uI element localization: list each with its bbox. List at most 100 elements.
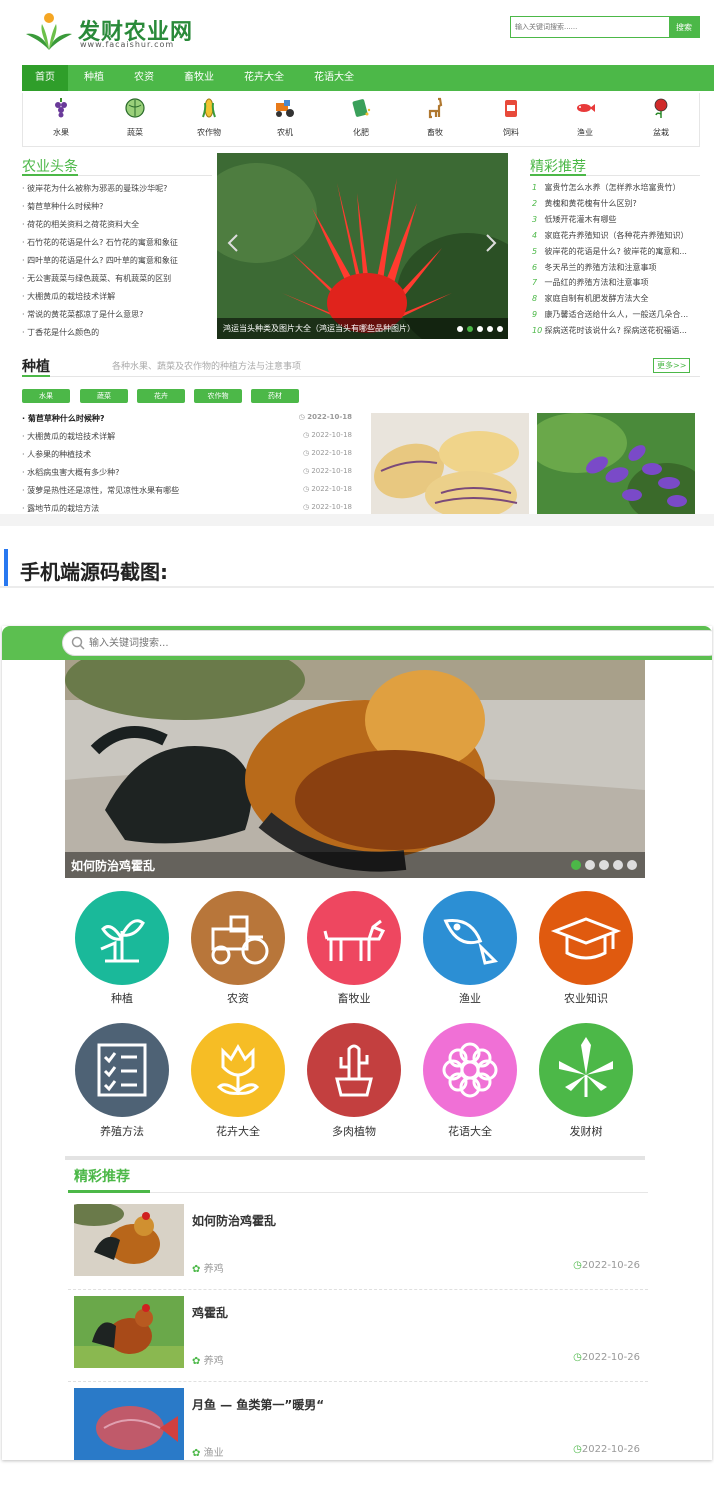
planting-item[interactable]: · 菊苣草种什么时候种? ◷ 2022-10-18 bbox=[22, 413, 352, 424]
nav-item-planting[interactable]: 种植 bbox=[74, 65, 114, 91]
category-fertilizer[interactable]: 化肥 bbox=[331, 97, 391, 138]
headline-item[interactable]: · 荷花的相关资料之荷花资料大全 bbox=[22, 219, 212, 230]
grid-item-flower-language[interactable] bbox=[423, 1023, 517, 1117]
search-button[interactable]: 搜索 bbox=[669, 17, 699, 37]
mobile-article-item[interactable]: 如何防治鸡霍乱 ✿ 养鸡 ◷2022-10-26 bbox=[68, 1198, 648, 1290]
opah-fish-thumbnail bbox=[74, 1388, 184, 1460]
category-vegetable[interactable]: 蔬菜 bbox=[105, 97, 165, 138]
tag-vegetable[interactable]: 蔬菜 bbox=[80, 389, 128, 403]
grid-item-breeding-methods[interactable] bbox=[75, 1023, 169, 1117]
featured-item[interactable]: 9 康乃馨适合送给什么人，一般送几朵合... bbox=[532, 309, 700, 320]
planting-item[interactable]: · 人参果的种植技术 ◷ 2022-10-18 bbox=[22, 449, 352, 460]
nav-item-agri-supplies[interactable]: 农资 bbox=[124, 65, 164, 91]
planting-item[interactable]: · 菠萝是热性还是凉性，常见凉性水果有哪些 ◷ 2022-10-18 bbox=[22, 485, 352, 496]
article-title[interactable]: 如何防治鸡霍乱 bbox=[192, 1212, 276, 1229]
grid-item-money-tree[interactable] bbox=[539, 1023, 633, 1117]
slider-dot[interactable] bbox=[487, 326, 493, 332]
grid-item-agri-knowledge[interactable] bbox=[539, 891, 633, 985]
grid-item-fishery[interactable] bbox=[423, 891, 517, 985]
nav-item-home[interactable]: 首页 bbox=[22, 65, 68, 91]
featured-item[interactable]: 7 一品红的养殖方法和注意事项 bbox=[532, 277, 700, 288]
article-tag[interactable]: ✿ 渔业 bbox=[192, 1444, 224, 1459]
mobile-search-input[interactable] bbox=[89, 635, 489, 651]
nav-item-flower-language[interactable]: 花语大全 bbox=[304, 65, 364, 91]
hero-slider[interactable] bbox=[217, 153, 508, 339]
article-date: ◷2022-10-26 bbox=[573, 1444, 640, 1455]
headline-item[interactable]: · 彼岸花为什么被称为邪恶的曼珠沙华呢? bbox=[22, 183, 212, 194]
more-link[interactable]: 更多>> bbox=[653, 358, 691, 373]
search-input[interactable] bbox=[511, 17, 669, 37]
featured-item[interactable]: 3 低矮开花灌木有哪些 bbox=[532, 214, 700, 225]
headline-item[interactable]: · 无公害蔬菜与绿色蔬菜、有机蔬菜的区别 bbox=[22, 273, 212, 284]
category-livestock[interactable]: 畜牧 bbox=[405, 97, 465, 138]
article-tag[interactable]: ✿ 养鸡 bbox=[192, 1352, 224, 1367]
tag-flower[interactable]: 花卉 bbox=[137, 389, 185, 403]
banner-dot[interactable] bbox=[613, 860, 623, 870]
article-title[interactable]: 鸡霍乱 bbox=[192, 1304, 228, 1321]
featured-item[interactable]: 10 探病送花时该说什么? 探病送花祝福语... bbox=[532, 325, 700, 336]
article-title[interactable]: 月鱼 — 鱼类第一”暖男“ bbox=[192, 1396, 324, 1413]
grid-item-succulents[interactable] bbox=[307, 1023, 401, 1117]
featured-item[interactable]: 2 黄槐和黄花槐有什么区别? bbox=[532, 198, 700, 209]
headline-item[interactable]: · 常说的黄花菜都凉了是什么意思? bbox=[22, 309, 212, 320]
grid-label: 花语大全 bbox=[448, 1125, 492, 1138]
headline-item[interactable]: · 大棚黄瓜的栽培技术详解 bbox=[22, 291, 212, 302]
slider-caption: 鸿运当头种类及图片大全（鸿运当头有哪些品种图片） bbox=[223, 324, 415, 333]
grid-item-flowers[interactable] bbox=[191, 1023, 285, 1117]
gear-icon: ✿ bbox=[192, 1264, 201, 1275]
featured-item[interactable]: 5 彼岸花的花语是什么? 彼岸花的寓意和... bbox=[532, 246, 700, 257]
slider-dot[interactable] bbox=[497, 326, 503, 332]
nav-item-flowers[interactable]: 花卉大全 bbox=[234, 65, 294, 91]
mobile-article-item[interactable]: 鸡霍乱 ✿ 养鸡 ◷2022-10-26 bbox=[68, 1290, 648, 1382]
slider-dot[interactable] bbox=[477, 326, 483, 332]
graduation-cap-icon bbox=[550, 917, 622, 960]
planting-item[interactable]: · 露地节瓜的栽培方法 ◷ 2022-10-18 bbox=[22, 503, 352, 514]
slider-dot[interactable] bbox=[457, 326, 463, 332]
rooster-thumbnail bbox=[74, 1296, 184, 1368]
headline-item[interactable]: · 四叶草的花语是什么? 四叶草的寓意和象征 bbox=[22, 255, 212, 266]
tag-fruit[interactable]: 水果 bbox=[22, 389, 70, 403]
article-date: ◷2022-10-26 bbox=[573, 1352, 640, 1363]
slider-dot-active[interactable] bbox=[467, 326, 473, 332]
category-crops[interactable]: 农作物 bbox=[179, 97, 239, 138]
category-fruit[interactable]: 水果 bbox=[31, 97, 91, 138]
rooster-thumbnail bbox=[74, 1204, 184, 1276]
nav-item-livestock[interactable]: 畜牧业 bbox=[174, 65, 224, 91]
grid-item-planting[interactable] bbox=[75, 891, 169, 985]
title-underline bbox=[68, 1190, 150, 1193]
grape-icon bbox=[55, 98, 67, 118]
featured-item[interactable]: 1 富贵竹怎么水养（怎样养水培富贵竹） bbox=[532, 182, 700, 193]
chevron-right-icon[interactable] bbox=[485, 233, 497, 253]
category-fishery[interactable]: 渔业 bbox=[555, 97, 615, 138]
melon-photo[interactable] bbox=[371, 413, 529, 514]
article-tag[interactable]: ✿ 养鸡 bbox=[192, 1260, 224, 1275]
featured-item[interactable]: 4 家庭花卉养殖知识（各种花卉养殖知识） bbox=[532, 230, 700, 241]
desktop-screenshot: 发财农业网 www.facaishur.com 搜索 首页 种植 农资 畜牧业 … bbox=[0, 0, 714, 520]
banner-dot[interactable] bbox=[627, 860, 637, 870]
tag-herbs[interactable]: 药材 bbox=[251, 389, 299, 403]
grid-label: 养殖方法 bbox=[100, 1125, 144, 1138]
headline-item[interactable]: · 石竹花的花语是什么? 石竹花的寓意和象征 bbox=[22, 237, 212, 248]
planting-item[interactable]: · 大棚黄瓜的栽培技术详解 ◷ 2022-10-18 bbox=[22, 431, 352, 442]
title-underline bbox=[530, 174, 586, 176]
tag-crops[interactable]: 农作物 bbox=[194, 389, 242, 403]
banner-dot[interactable] bbox=[585, 860, 595, 870]
featured-item[interactable]: 8 家庭自制有机肥发酵方法大全 bbox=[532, 293, 700, 304]
category-machinery[interactable]: 农机 bbox=[255, 97, 315, 138]
mobile-article-item[interactable]: 月鱼 — 鱼类第一”暖男“ ✿ 渔业 ◷2022-10-26 bbox=[68, 1382, 648, 1460]
mobile-banner[interactable] bbox=[65, 660, 645, 878]
category-bonsai[interactable]: 盆栽 bbox=[631, 97, 691, 138]
purple-flower-photo[interactable] bbox=[537, 413, 695, 514]
mobile-section-heading: 手机端源码截图: bbox=[20, 560, 168, 584]
headline-item[interactable]: · 菊苣草种什么时候种? bbox=[22, 201, 212, 212]
grid-item-agri-supplies[interactable] bbox=[191, 891, 285, 985]
category-feed[interactable]: 饲料 bbox=[481, 97, 541, 138]
grid-item-livestock[interactable] bbox=[307, 891, 401, 985]
headline-item[interactable]: · 丁香花是什么颜色的 bbox=[22, 327, 212, 338]
banner-dot-active[interactable] bbox=[571, 860, 581, 870]
planting-item[interactable]: · 水稻病虫害大概有多少种? ◷ 2022-10-18 bbox=[22, 467, 352, 478]
banner-dot[interactable] bbox=[599, 860, 609, 870]
grid-label: 花卉大全 bbox=[216, 1125, 260, 1138]
featured-item[interactable]: 6 冬天吊兰的养殖方法和注意事项 bbox=[532, 262, 700, 273]
chevron-left-icon[interactable] bbox=[227, 233, 239, 253]
